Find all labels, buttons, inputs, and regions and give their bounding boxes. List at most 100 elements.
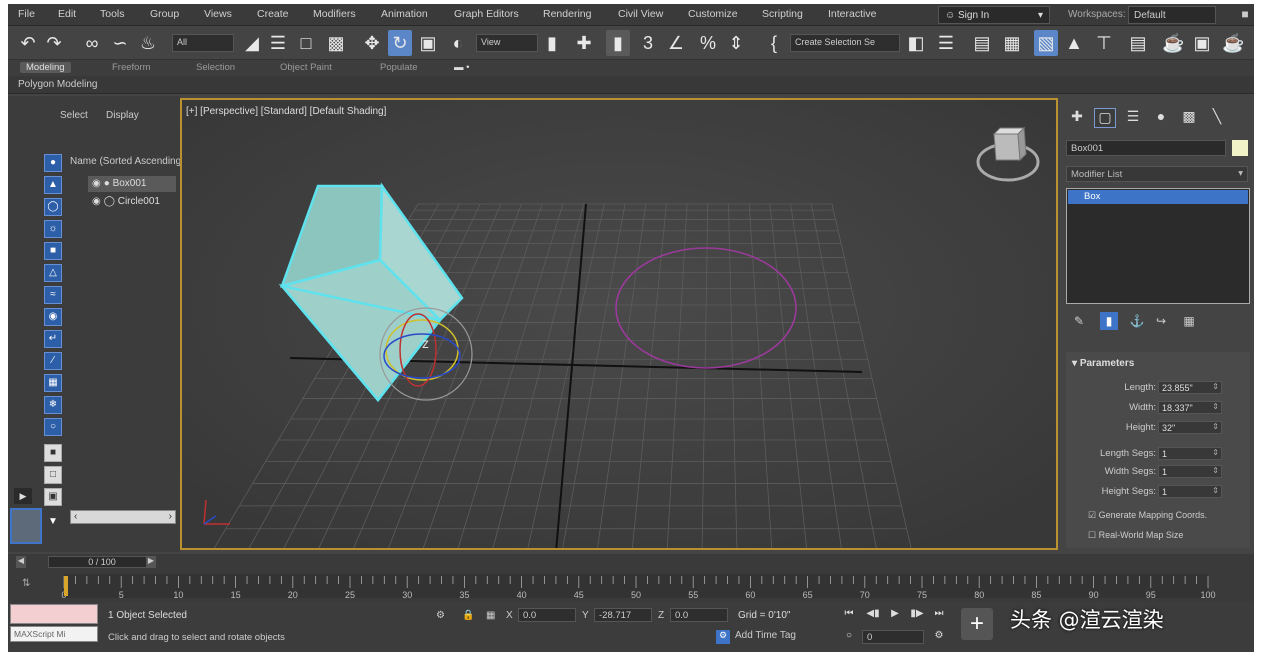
display-frozen-icon[interactable]: ❄: [44, 396, 62, 414]
menu-graph-editors[interactable]: Graph Editors: [454, 8, 519, 20]
menu-rendering[interactable]: Rendering: [543, 8, 591, 20]
menu-file[interactable]: File: [18, 8, 35, 20]
modify-tab-icon[interactable]: ▢: [1094, 108, 1116, 128]
scroll-right-icon[interactable]: ›: [169, 511, 172, 522]
pin-stack-icon[interactable]: ✎: [1070, 312, 1088, 330]
height-input[interactable]: 32" ⇕: [1158, 421, 1222, 434]
length-segs-input[interactable]: 1 ⇕: [1158, 447, 1222, 460]
display-helpers-icon[interactable]: △: [44, 264, 62, 282]
window-menu-icon[interactable]: ■: [1238, 7, 1252, 23]
x-coordinate-input[interactable]: 0.0: [518, 608, 576, 622]
explorer-thumbnail[interactable]: [10, 508, 42, 544]
display-tab-icon[interactable]: ▩: [1178, 108, 1200, 128]
stack-item-box[interactable]: Box: [1068, 190, 1248, 204]
prev-frame-icon[interactable]: ◀▮: [864, 608, 882, 622]
goto-end-icon[interactable]: ⏭: [930, 608, 948, 622]
configure-sets-icon[interactable]: ▦: [1180, 312, 1198, 330]
material-editor-icon[interactable]: ▤: [1128, 30, 1148, 56]
select-move-icon[interactable]: ✥: [362, 30, 382, 56]
selection-region-icon[interactable]: □: [296, 30, 316, 56]
visibility-eye-icon[interactable]: ◉: [92, 178, 101, 189]
tab-select[interactable]: Select: [60, 110, 88, 121]
toggle-ribbon-icon[interactable]: ▦: [1002, 30, 1022, 56]
menu-customize[interactable]: Customize: [688, 8, 738, 20]
current-frame-input[interactable]: 0: [862, 630, 924, 644]
display-containers-icon[interactable]: ▦: [44, 374, 62, 392]
create-tab-icon[interactable]: ✚: [1066, 108, 1088, 128]
selection-lock-icon[interactable]: 🔒: [462, 610, 474, 621]
ribbon-options-icon[interactable]: ▬ •: [454, 62, 469, 73]
explorer-horizontal-scrollbar[interactable]: ‹ ›: [70, 510, 176, 524]
perspective-viewport[interactable]: z [+] [Perspective] [Standard] [Default …: [180, 98, 1058, 550]
tab-selection[interactable]: Selection: [196, 62, 235, 73]
slider-prev-icon[interactable]: ◀: [16, 556, 26, 568]
key-mode-icon[interactable]: ○: [840, 630, 858, 644]
show-end-result-icon[interactable]: ▮: [1100, 312, 1118, 330]
redo-icon[interactable]: ↷: [44, 30, 64, 56]
window-crossing-icon[interactable]: ▩: [326, 30, 346, 56]
time-slider-handle[interactable]: 0 / 100: [48, 556, 156, 568]
y-coordinate-input[interactable]: -28.717: [594, 608, 652, 622]
explorer-row-box001[interactable]: ◉ ● Box001: [88, 176, 176, 192]
menu-edit[interactable]: Edit: [58, 8, 76, 20]
display-all-icon[interactable]: ■: [44, 444, 62, 462]
expand-panel-icon[interactable]: ▶: [14, 488, 32, 504]
object-name-field[interactable]: Box001: [1066, 140, 1226, 156]
display-bones-icon[interactable]: ∕: [44, 352, 62, 370]
select-scale-icon[interactable]: ▣: [418, 30, 438, 56]
menu-scripting[interactable]: Scripting: [762, 8, 803, 20]
height-segs-input[interactable]: 1 ⇕: [1158, 485, 1222, 498]
width-input[interactable]: 18.337" ⇕: [1158, 401, 1222, 414]
filter-icon[interactable]: ▼: [44, 514, 62, 532]
isolate-icon[interactable]: ⚙: [436, 610, 445, 621]
maxscript-mini-listener[interactable]: MAXScript Mi: [10, 626, 98, 642]
undo-icon[interactable]: ↶: [18, 30, 38, 56]
play-icon[interactable]: ▶: [886, 608, 904, 622]
sign-in-dropdown[interactable]: ☺ Sign In ▾: [938, 6, 1050, 24]
real-world-map-checkbox[interactable]: ☐ Real-World Map Size: [1088, 530, 1183, 541]
add-button[interactable]: +: [961, 608, 993, 640]
workspace-dropdown[interactable]: Default: [1128, 6, 1216, 24]
select-object-icon[interactable]: ◢: [242, 30, 262, 56]
viewport-canvas[interactable]: z: [182, 100, 1058, 550]
align-icon[interactable]: ☰: [936, 30, 956, 56]
percent-snap-icon[interactable]: %: [698, 30, 718, 56]
display-cameras-icon[interactable]: ■: [44, 242, 62, 260]
menu-interactive[interactable]: Interactive: [828, 8, 876, 20]
scroll-left-icon[interactable]: ‹: [74, 511, 77, 522]
select-by-name-icon[interactable]: ☰: [268, 30, 288, 56]
display-geometry-icon[interactable]: ▲: [44, 176, 62, 194]
display-invert-icon[interactable]: ▣: [44, 488, 62, 506]
tab-modeling[interactable]: Modeling: [20, 62, 71, 73]
ribbon-subtitle[interactable]: Polygon Modeling: [18, 79, 98, 90]
tab-populate[interactable]: Populate: [380, 62, 418, 73]
hierarchy-tab-icon[interactable]: ☰: [1122, 108, 1144, 128]
link-icon[interactable]: ∞: [82, 30, 102, 56]
keyboard-shortcut-icon[interactable]: ▮: [606, 30, 630, 56]
display-shapes-icon[interactable]: ◯: [44, 198, 62, 216]
display-groups-icon[interactable]: ◉: [44, 308, 62, 326]
length-input[interactable]: 23.855" ⇕: [1158, 381, 1222, 394]
angle-snap-icon[interactable]: ∠: [666, 30, 686, 56]
select-manipulate-icon[interactable]: ✚: [574, 30, 594, 56]
tab-object-paint[interactable]: Object Paint: [280, 62, 332, 73]
scene-explorer-icon[interactable]: ▧: [1034, 30, 1058, 56]
goto-start-icon[interactable]: ⏮: [840, 608, 858, 622]
display-none-all-icon[interactable]: □: [44, 466, 62, 484]
menu-create[interactable]: Create: [257, 8, 289, 20]
menu-tools[interactable]: Tools: [100, 8, 125, 20]
explorer-column-header[interactable]: Name (Sorted Ascending): [70, 156, 185, 167]
menu-civil-view[interactable]: Civil View: [618, 8, 663, 20]
select-rotate-icon[interactable]: ↻: [388, 30, 412, 56]
z-coordinate-input[interactable]: 0.0: [670, 608, 728, 622]
visibility-eye-icon[interactable]: ◉: [92, 196, 101, 207]
tab-display[interactable]: Display: [106, 110, 139, 121]
explorer-row-circle001[interactable]: ◉ ◯ Circle001: [88, 194, 176, 210]
current-frame-marker[interactable]: [64, 576, 68, 596]
named-selection-dropdown[interactable]: Create Selection Se: [790, 34, 900, 52]
time-config-icon[interactable]: ⚙: [930, 630, 948, 644]
reference-coord-dropdown[interactable]: View: [476, 34, 538, 52]
utilities-tab-icon[interactable]: ╲: [1206, 108, 1228, 128]
schematic-view-icon[interactable]: ⊤: [1094, 30, 1114, 56]
time-slider[interactable]: ◀ 0 / 100 ▶: [8, 554, 1254, 570]
